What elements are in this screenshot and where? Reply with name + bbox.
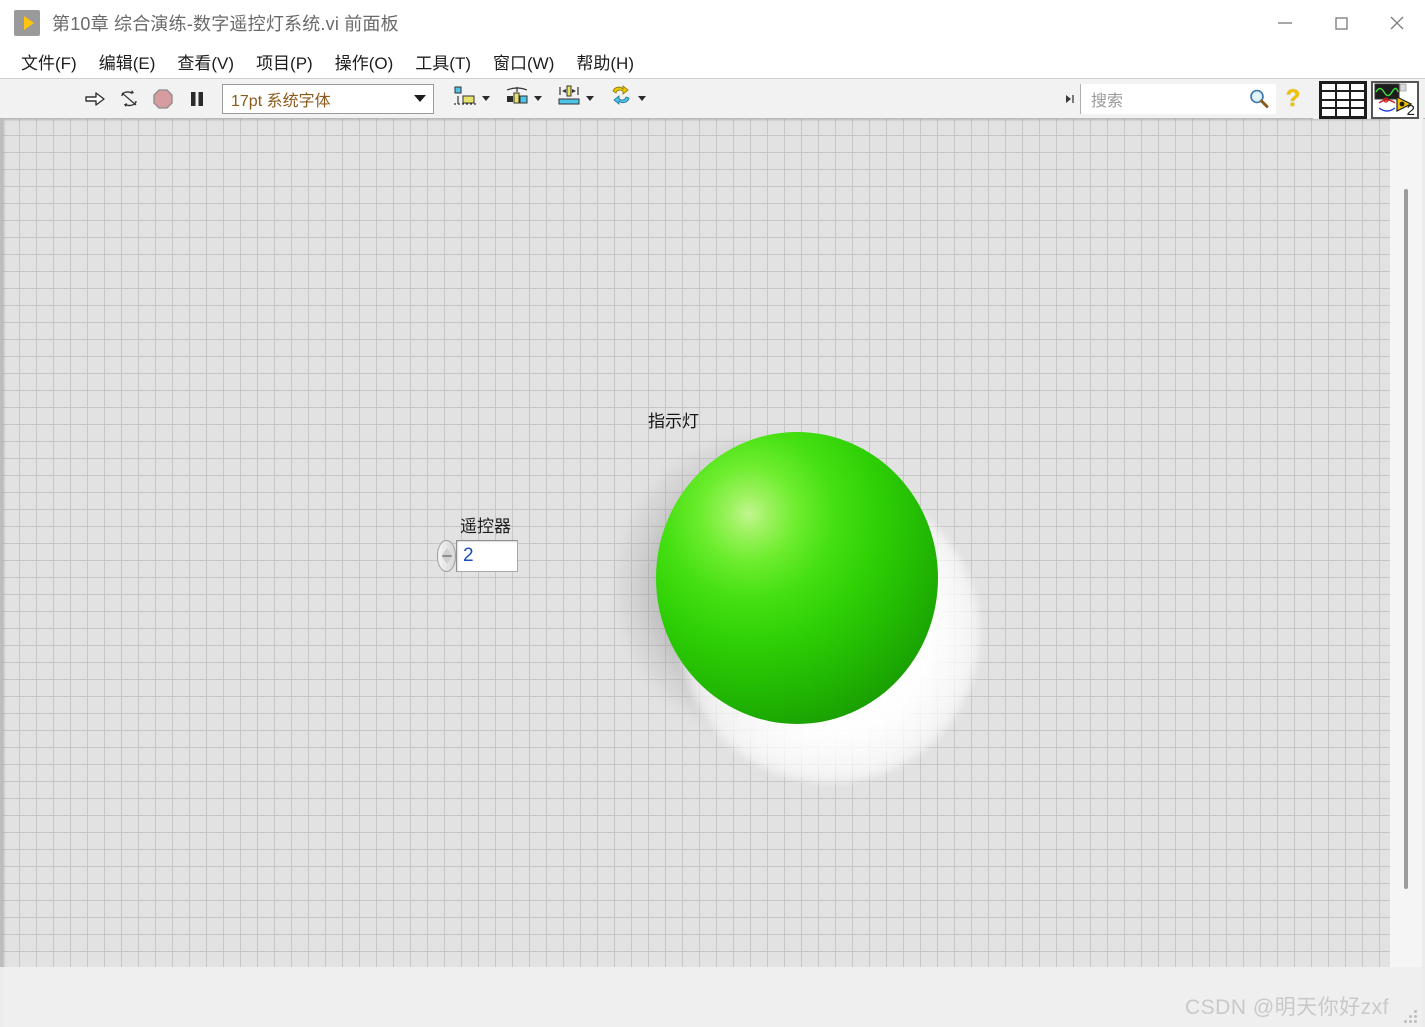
distribute-objects-button[interactable] bbox=[504, 82, 542, 116]
chevron-down-icon[interactable] bbox=[586, 96, 594, 101]
magnifier-icon[interactable] bbox=[1242, 83, 1276, 115]
led-indicator[interactable]: 指示灯 bbox=[608, 407, 1003, 783]
pause-icon[interactable] bbox=[180, 82, 214, 116]
search-placeholder: 搜索 bbox=[1091, 93, 1124, 110]
led-lamp[interactable] bbox=[656, 432, 938, 724]
numeric-stepper[interactable] bbox=[437, 540, 456, 572]
menu-item-edit[interactable]: 编辑(E) bbox=[88, 46, 167, 77]
menu-bar: 文件(F) 编辑(E) 查看(V) 项目(P) 操作(O) 工具(T) 窗口(W… bbox=[0, 45, 1425, 78]
menu-item-view[interactable]: 查看(V) bbox=[166, 46, 245, 77]
chevron-down-icon[interactable] bbox=[534, 96, 542, 101]
menu-item-window[interactable]: 窗口(W) bbox=[482, 46, 565, 77]
vertical-scrollbar[interactable] bbox=[1390, 119, 1422, 967]
numeric-value-field[interactable]: 2 bbox=[456, 540, 518, 572]
labview-front-panel-window: 第10章 综合演练-数字遥控灯系统.vi 前面板 文件(F) 编辑(E) 查看(… bbox=[0, 0, 1425, 1027]
menu-item-tools[interactable]: 工具(T) bbox=[404, 46, 482, 77]
menu-item-operate[interactable]: 操作(O) bbox=[324, 46, 405, 77]
resize-grip[interactable] bbox=[1404, 1010, 1418, 1024]
distribute-objects-icon bbox=[504, 84, 530, 113]
numeric-control-label: 遥控器 bbox=[460, 517, 511, 536]
window-controls bbox=[1257, 0, 1425, 45]
increment-up-icon[interactable] bbox=[441, 548, 452, 555]
watermark: CSDN @明天你好zxf bbox=[1185, 996, 1389, 1019]
search-input[interactable]: 搜索 bbox=[1080, 84, 1276, 114]
run-arrow-icon[interactable] bbox=[78, 82, 112, 116]
minimize-button[interactable] bbox=[1257, 0, 1313, 45]
menu-item-project[interactable]: 项目(P) bbox=[245, 46, 324, 77]
maximize-button[interactable] bbox=[1313, 0, 1369, 45]
chevron-down-icon[interactable] bbox=[482, 96, 490, 101]
reorder-objects-button[interactable] bbox=[608, 82, 646, 116]
resize-objects-icon bbox=[556, 84, 582, 113]
decrement-down-icon[interactable] bbox=[441, 557, 452, 564]
search-area: 搜索 ? bbox=[1060, 83, 1310, 115]
vertical-scrollbar-thumb[interactable] bbox=[1404, 189, 1408, 889]
abort-execution-icon[interactable] bbox=[146, 82, 180, 116]
front-panel-canvas[interactable]: 指示灯 遥控器 2 CSDN @明天你好zxf bbox=[0, 119, 1425, 1027]
reorder-objects-icon bbox=[608, 84, 634, 113]
vi-icon-number: 2 bbox=[1406, 101, 1415, 119]
help-question-icon[interactable]: ? bbox=[1276, 83, 1310, 115]
resize-objects-button[interactable] bbox=[556, 82, 594, 116]
led-indicator-label: 指示灯 bbox=[648, 412, 699, 431]
arrange-tools-group bbox=[452, 82, 660, 116]
menu-item-file[interactable]: 文件(F) bbox=[10, 46, 88, 77]
numeric-control[interactable]: 遥控器 2 bbox=[437, 512, 518, 572]
font-selector-value: 17pt 系统字体 bbox=[231, 92, 331, 110]
menu-item-help[interactable]: 帮助(H) bbox=[565, 46, 645, 77]
font-selector[interactable]: 17pt 系统字体 bbox=[222, 83, 434, 114]
run-continuously-icon[interactable] bbox=[112, 82, 146, 116]
chevron-down-icon[interactable] bbox=[407, 95, 433, 102]
window-title: 第10章 综合演练-数字遥控灯系统.vi 前面板 bbox=[52, 13, 399, 34]
labview-vi-icon bbox=[14, 9, 40, 36]
title-bar: 第10章 综合演练-数字遥控灯系统.vi 前面板 bbox=[0, 0, 1425, 45]
close-button[interactable] bbox=[1369, 0, 1425, 45]
connector-pane-icon[interactable] bbox=[1319, 80, 1367, 119]
chevron-down-icon[interactable] bbox=[638, 96, 646, 101]
align-objects-button[interactable] bbox=[452, 82, 490, 116]
expand-arrow-icon[interactable] bbox=[1060, 92, 1080, 106]
toolbar: 17pt 系统字体 搜索 ? 2 bbox=[0, 78, 1425, 120]
vi-thumbnail-icon[interactable]: 2 bbox=[1371, 80, 1419, 119]
align-objects-icon bbox=[452, 84, 478, 113]
toolbar-right-icons: 2 bbox=[1313, 79, 1423, 120]
front-panel-grid[interactable]: 指示灯 遥控器 2 bbox=[3, 119, 1390, 967]
